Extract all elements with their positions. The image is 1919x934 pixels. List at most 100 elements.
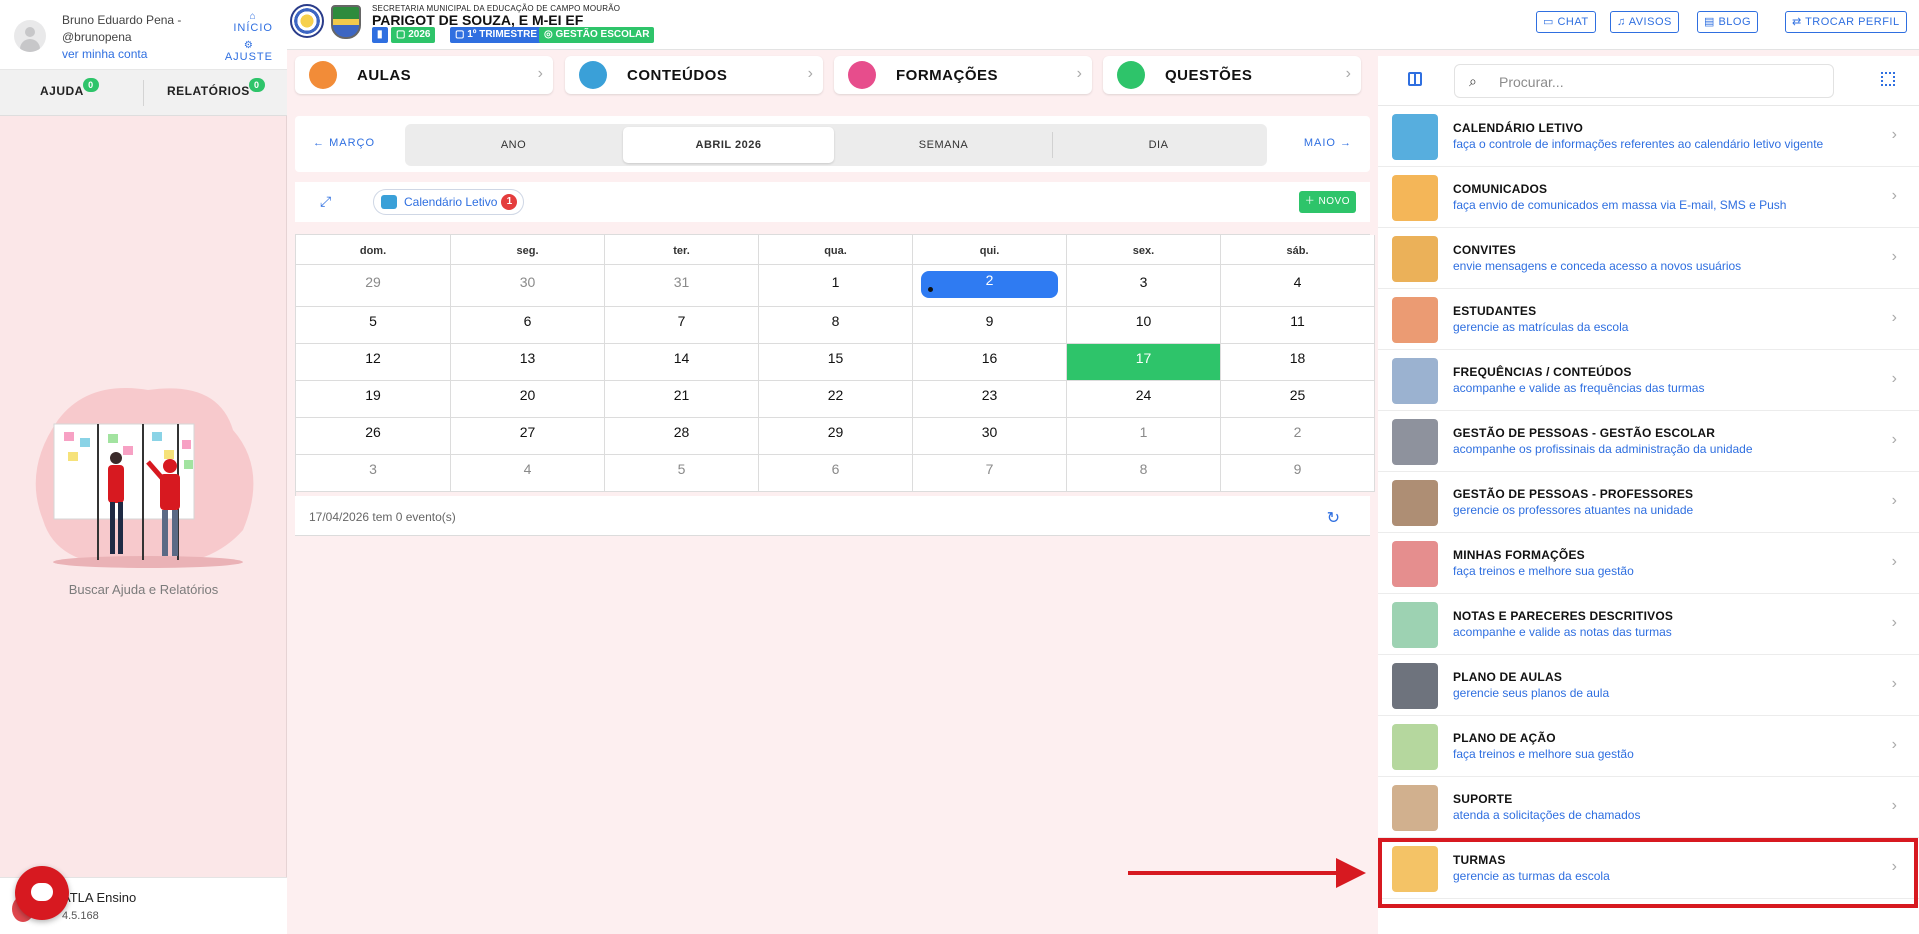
calendar-day[interactable]: 26: [296, 418, 451, 455]
new-event-button[interactable]: ＋ NOVO: [1298, 191, 1356, 213]
calendar-day[interactable]: 4: [451, 455, 605, 492]
category-conteudos[interactable]: CONTEÚDOS ›: [565, 56, 823, 94]
search-input[interactable]: [1499, 72, 1819, 92]
calendar-day[interactable]: 18: [1221, 344, 1375, 381]
calendar-day[interactable]: 23: [913, 381, 1067, 418]
calendar-day[interactable]: 8: [759, 307, 913, 344]
blog-button[interactable]: ▤ BLOG: [1697, 11, 1759, 33]
menu-item-minhas-forma-es[interactable]: MINHAS FORMAÇÕES faça treinos e melhore s…: [1378, 533, 1919, 594]
calendar-day[interactable]: 30: [913, 418, 1067, 455]
calendar-day[interactable]: 9: [1221, 455, 1375, 492]
building-icon[interactable]: ▮: [372, 27, 388, 43]
calendar-day[interactable]: 12: [296, 344, 451, 381]
calendar-day-today[interactable]: 17: [1067, 344, 1221, 381]
calendar-day[interactable]: 2: [1221, 418, 1375, 455]
category-aulas[interactable]: AULAS ›: [295, 56, 553, 94]
calendar-day[interactable]: 14: [605, 344, 759, 381]
calendar-day[interactable]: 22: [759, 381, 913, 418]
category-formacoes[interactable]: FORMAÇÕES ›: [834, 56, 1092, 94]
calendar-day[interactable]: 25: [1221, 381, 1375, 418]
prev-month-button[interactable]: ← MARÇO: [313, 137, 375, 149]
profile-badge[interactable]: ◎ GESTÃO ESCOLAR: [539, 27, 655, 43]
menu-item-frequ-ncias-conte-dos[interactable]: FREQUÊNCIAS / CONTEÚDOS acompanhe e valid…: [1378, 350, 1919, 411]
year-badge[interactable]: ▢ 2026: [391, 27, 436, 43]
calendar-day[interactable]: 9: [913, 307, 1067, 344]
menu-item-gest-o-de-pessoas-gest-o-escolar[interactable]: GESTÃO DE PESSOAS - GESTÃO ESCOLAR acompa…: [1378, 411, 1919, 472]
tab-relatorios[interactable]: RELATÓRIOS 0: [167, 78, 265, 98]
calendar-icon: [1392, 114, 1438, 160]
calendar-day[interactable]: 20: [451, 381, 605, 418]
calendar-day[interactable]: 21: [605, 381, 759, 418]
profile-link[interactable]: ver minha conta: [62, 47, 147, 61]
calendar-day[interactable]: 31: [605, 265, 759, 307]
city-crest-logo: [331, 5, 361, 39]
day-number: 3: [1139, 274, 1148, 290]
switch-profile-button[interactable]: ⇄ TROCAR PERFIL: [1785, 11, 1907, 33]
home-label: INÍCIO: [233, 22, 273, 34]
calendar-day[interactable]: 3: [296, 455, 451, 492]
expand-icon[interactable]: ⤢: [320, 193, 336, 209]
calendar-day[interactable]: 1: [1067, 418, 1221, 455]
calendar-day[interactable]: 6: [759, 455, 913, 492]
chat-fab-button[interactable]: [15, 866, 69, 920]
calendar-day[interactable]: 11: [1221, 307, 1375, 344]
menu-item-suporte[interactable]: SUPORTE atenda a solicitações de chamados…: [1378, 777, 1919, 838]
calendar-day[interactable]: 13: [451, 344, 605, 381]
avatar[interactable]: [14, 20, 46, 52]
arrow-left-icon: ←: [313, 137, 325, 149]
calendar-day[interactable]: 6: [451, 307, 605, 344]
calendar-day[interactable]: 2: [913, 265, 1067, 307]
calendar-day[interactable]: 8: [1067, 455, 1221, 492]
qr-code-icon[interactable]: [1881, 72, 1895, 86]
calendar-day[interactable]: 7: [913, 455, 1067, 492]
menu-item-calend-rio-letivo[interactable]: CALENDÁRIO LETIVO faça o controle de info…: [1378, 106, 1919, 167]
calendar-day[interactable]: 5: [296, 307, 451, 344]
grid-view-icon[interactable]: [1408, 72, 1422, 86]
calendar-day[interactable]: 3: [1067, 265, 1221, 307]
next-month-button[interactable]: MAIO →: [1304, 137, 1352, 149]
calendar-day[interactable]: 15: [759, 344, 913, 381]
calendar-day[interactable]: 29: [296, 265, 451, 307]
view-day[interactable]: DIA: [1053, 127, 1264, 163]
view-year[interactable]: ANO: [408, 127, 619, 163]
calendar-day[interactable]: 1: [759, 265, 913, 307]
calendar-day[interactable]: 27: [451, 418, 605, 455]
menu-item-turmas[interactable]: TURMAS gerencie as turmas da escola ›: [1378, 838, 1919, 899]
refresh-icon[interactable]: ↻: [1327, 508, 1340, 528]
menu-item-gest-o-de-pessoas-professores[interactable]: GESTÃO DE PESSOAS - PROFESSORES gerencie …: [1378, 472, 1919, 533]
medal-icon: [1392, 236, 1438, 282]
avisos-button[interactable]: ♫ AVISOS: [1610, 11, 1679, 33]
menu-item-plano-de-aulas[interactable]: PLANO DE AULAS gerencie seus planos de au…: [1378, 655, 1919, 716]
category-questoes[interactable]: QUESTÕES ›: [1103, 56, 1361, 94]
menu-item-estudantes[interactable]: ESTUDANTES gerencie as matrículas da esco…: [1378, 289, 1919, 350]
calendar-day[interactable]: 19: [296, 381, 451, 418]
menu-item-convites[interactable]: CONVITES envie mensagens e conceda acesso…: [1378, 228, 1919, 289]
menu-item-comunicados[interactable]: COMUNICADOS faça envio de comunicados em …: [1378, 167, 1919, 228]
calendar-filter-chip[interactable]: Calendário Letivo 1: [373, 189, 525, 215]
calendar-day[interactable]: 29: [759, 418, 913, 455]
calendar-day[interactable]: 10: [1067, 307, 1221, 344]
term-badge[interactable]: ▢ 1º TRIMESTRE: [450, 27, 543, 43]
menu-item-plano-de-a-o[interactable]: PLANO DE AÇÃO faça treinos e melhore sua …: [1378, 716, 1919, 777]
calendar-icon: [381, 195, 397, 209]
settings-link[interactable]: ⚙ AJUSTE: [225, 41, 273, 64]
day-number: 30: [519, 274, 536, 290]
view-month[interactable]: ABRIL 2026: [623, 127, 834, 163]
chat-button[interactable]: ▭ CHAT: [1536, 11, 1596, 33]
menu-item-notas-e-pareceres-descritivos[interactable]: NOTAS E PARECERES DESCRITIVOS acompanhe e…: [1378, 594, 1919, 655]
calendar-day[interactable]: 24: [1067, 381, 1221, 418]
day-number: 11: [1290, 313, 1305, 329]
calendar-day[interactable]: 30: [451, 265, 605, 307]
calendar-day[interactable]: 5: [605, 455, 759, 492]
home-link[interactable]: ⌂ INÍCIO: [233, 12, 273, 35]
calendar-day[interactable]: 7: [605, 307, 759, 344]
calendar-day[interactable]: 16: [913, 344, 1067, 381]
arrow-head-icon: [1336, 858, 1366, 888]
book-star-icon: [1392, 663, 1438, 709]
view-week[interactable]: SEMANA: [838, 127, 1049, 163]
calendar-day[interactable]: 28: [605, 418, 759, 455]
calendar-day[interactable]: 4: [1221, 265, 1375, 307]
checklist-icon: [1392, 724, 1438, 770]
tab-ajuda[interactable]: AJUDA 0: [40, 78, 99, 98]
selected-day-pill[interactable]: 2: [921, 271, 1058, 298]
